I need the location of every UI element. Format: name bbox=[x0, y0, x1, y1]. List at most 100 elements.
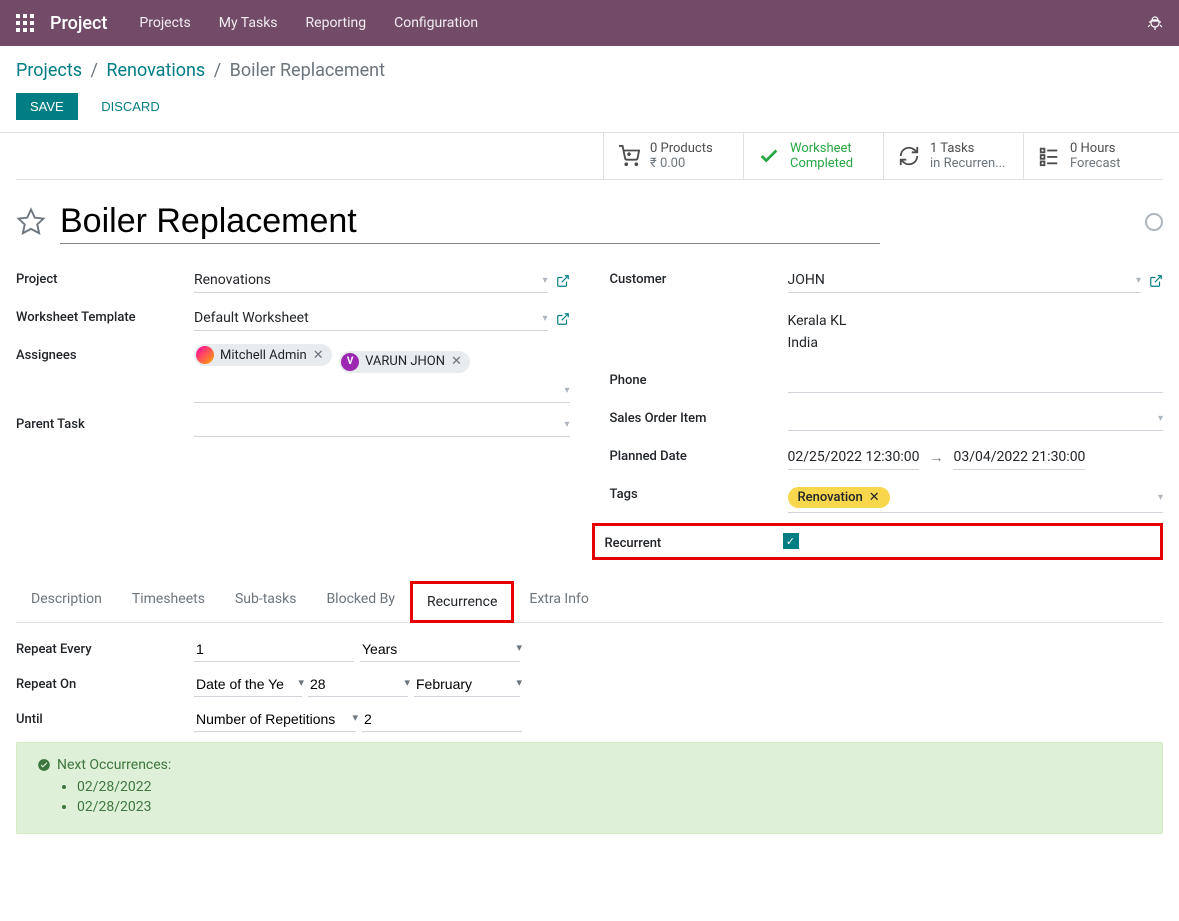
assignee-chip[interactable]: Mitchell Admin ✕ bbox=[194, 344, 332, 366]
star-icon[interactable] bbox=[16, 207, 46, 237]
status-dot[interactable] bbox=[1145, 213, 1163, 231]
customer-value: JOHN bbox=[788, 272, 825, 288]
caret-icon: ▾ bbox=[1158, 492, 1163, 503]
planned-end-input[interactable]: 03/04/2022 21:30:00 bbox=[953, 445, 1085, 470]
customer-external-link-icon[interactable] bbox=[1149, 274, 1163, 288]
avatar-icon: V bbox=[341, 353, 359, 371]
tab-description[interactable]: Description bbox=[16, 580, 117, 622]
worksheet-template-value: Default Worksheet bbox=[194, 310, 309, 326]
cart-icon bbox=[618, 145, 640, 167]
stat-worksheet-l2: Completed bbox=[790, 156, 853, 171]
bug-icon[interactable] bbox=[1147, 15, 1163, 31]
label-assignees: Assignees bbox=[16, 344, 194, 363]
stat-hours[interactable]: 0 Hours Forecast bbox=[1023, 133, 1163, 179]
nav-configuration[interactable]: Configuration bbox=[394, 15, 478, 31]
refresh-icon bbox=[898, 145, 920, 167]
assignees-add[interactable]: ▾ bbox=[194, 379, 570, 403]
worksheet-template-select[interactable]: Default Worksheet ▾ bbox=[194, 306, 548, 331]
tab-extra-info[interactable]: Extra Info bbox=[514, 580, 603, 622]
until-type-select[interactable]: Number of Repetitions bbox=[194, 707, 356, 732]
tab-subtasks[interactable]: Sub-tasks bbox=[220, 580, 312, 622]
phone-input[interactable] bbox=[788, 369, 1164, 393]
check-circle-icon bbox=[37, 758, 51, 772]
right-column: Customer JOHN ▾ Kerala KL India bbox=[610, 268, 1164, 560]
tag-chip[interactable]: Renovation ✕ bbox=[788, 487, 890, 508]
action-bar: SAVE DISCARD bbox=[0, 89, 1179, 133]
project-select[interactable]: Renovations ▾ bbox=[194, 268, 548, 293]
repeat-every-input[interactable] bbox=[194, 637, 354, 662]
recurrence-panel: Repeat Every Years Repeat On Date of the… bbox=[16, 623, 1163, 848]
label-planned-date: Planned Date bbox=[610, 445, 788, 464]
assignee-name: VARUN JHON bbox=[365, 354, 445, 369]
parent-task-select[interactable]: ▾ bbox=[194, 413, 570, 437]
tabs: Description Timesheets Sub-tasks Blocked… bbox=[16, 580, 1163, 623]
address-line2: India bbox=[788, 332, 1164, 354]
apps-icon[interactable] bbox=[16, 14, 34, 32]
label-project: Project bbox=[16, 268, 194, 287]
breadcrumb-projects[interactable]: Projects bbox=[16, 60, 82, 81]
tag-label: Renovation bbox=[798, 490, 863, 505]
stat-worksheet-l1: Worksheet bbox=[790, 141, 853, 156]
sales-order-item-select[interactable]: ▾ bbox=[788, 407, 1164, 431]
worksheet-external-link-icon[interactable] bbox=[556, 312, 570, 326]
stat-tasks-sub: in Recurren... bbox=[930, 156, 1006, 171]
tab-recurrence[interactable]: Recurrence bbox=[410, 581, 514, 623]
customer-select[interactable]: JOHN ▾ bbox=[788, 268, 1142, 293]
tab-blocked-by[interactable]: Blocked By bbox=[311, 580, 410, 622]
recurrent-highlight: Recurrent ✓ bbox=[592, 523, 1164, 560]
label-recurrent: Recurrent bbox=[605, 532, 783, 551]
nav-reporting[interactable]: Reporting bbox=[306, 15, 367, 31]
project-external-link-icon[interactable] bbox=[556, 274, 570, 288]
repeat-on-month-select[interactable]: February bbox=[414, 672, 520, 697]
stat-worksheet[interactable]: Worksheet Completed bbox=[743, 133, 883, 179]
label-repeat-every: Repeat Every bbox=[16, 642, 194, 657]
nav-my-tasks[interactable]: My Tasks bbox=[219, 15, 278, 31]
occurrence-date: 02/28/2023 bbox=[77, 799, 1142, 815]
planned-start-input[interactable]: 02/25/2022 12:30:00 bbox=[788, 445, 920, 470]
label-customer: Customer bbox=[610, 268, 788, 287]
recurrent-checkbox[interactable]: ✓ bbox=[783, 533, 799, 549]
brand[interactable]: Project bbox=[50, 13, 107, 34]
title-row bbox=[16, 180, 1163, 268]
label-parent-task: Parent Task bbox=[16, 413, 194, 432]
label-tags: Tags bbox=[610, 483, 788, 502]
caret-icon: ▾ bbox=[564, 419, 569, 430]
breadcrumb: Projects / Renovations / Boiler Replacem… bbox=[0, 46, 1179, 89]
project-value: Renovations bbox=[194, 272, 271, 288]
tags-input[interactable]: Renovation ✕ ▾ bbox=[788, 483, 1164, 513]
remove-icon[interactable]: ✕ bbox=[451, 354, 462, 369]
repeat-on-day-select[interactable]: 28 bbox=[308, 672, 408, 697]
breadcrumb-current: Boiler Replacement bbox=[230, 60, 385, 81]
remove-icon[interactable]: ✕ bbox=[869, 490, 880, 505]
tab-timesheets[interactable]: Timesheets bbox=[117, 580, 220, 622]
assignee-chip[interactable]: V VARUN JHON ✕ bbox=[339, 351, 470, 373]
until-value-input[interactable] bbox=[362, 707, 522, 732]
form-body: Project Renovations ▾ Worksheet Template… bbox=[16, 268, 1163, 560]
check-icon bbox=[758, 145, 780, 167]
remove-icon[interactable]: ✕ bbox=[313, 348, 324, 363]
stat-products[interactable]: 0 Products ₹ 0.00 bbox=[603, 133, 743, 179]
task-title-input[interactable] bbox=[60, 200, 880, 244]
label-repeat-on: Repeat On bbox=[16, 677, 194, 692]
stat-products-count: 0 Products bbox=[650, 141, 713, 156]
caret-icon: ▾ bbox=[542, 275, 547, 286]
label-until: Until bbox=[16, 712, 194, 727]
repeat-on-type-select[interactable]: Date of the Year bbox=[194, 672, 302, 697]
nav-projects[interactable]: Projects bbox=[139, 15, 190, 31]
discard-button[interactable]: DISCARD bbox=[91, 93, 170, 120]
next-occurrences-heading: Next Occurrences: bbox=[57, 757, 171, 773]
form: 0 Products ₹ 0.00 Worksheet Completed 1 … bbox=[0, 133, 1179, 848]
next-occurrences-alert: Next Occurrences: 02/28/2022 02/28/2023 bbox=[16, 742, 1163, 834]
tasks-list-icon bbox=[1038, 145, 1060, 167]
stat-tasks[interactable]: 1 Tasks in Recurren... bbox=[883, 133, 1023, 179]
save-button[interactable]: SAVE bbox=[16, 93, 78, 120]
breadcrumb-sep: / bbox=[90, 60, 97, 81]
label-phone: Phone bbox=[610, 369, 788, 388]
caret-icon: ▾ bbox=[1158, 413, 1163, 424]
navbar: Project Projects My Tasks Reporting Conf… bbox=[0, 0, 1179, 46]
breadcrumb-renovations[interactable]: Renovations bbox=[106, 60, 205, 81]
label-worksheet-template: Worksheet Template bbox=[16, 306, 194, 325]
repeat-unit-select[interactable]: Years bbox=[360, 637, 520, 662]
left-column: Project Renovations ▾ Worksheet Template… bbox=[16, 268, 570, 560]
stat-buttons: 0 Products ₹ 0.00 Worksheet Completed 1 … bbox=[16, 133, 1163, 180]
